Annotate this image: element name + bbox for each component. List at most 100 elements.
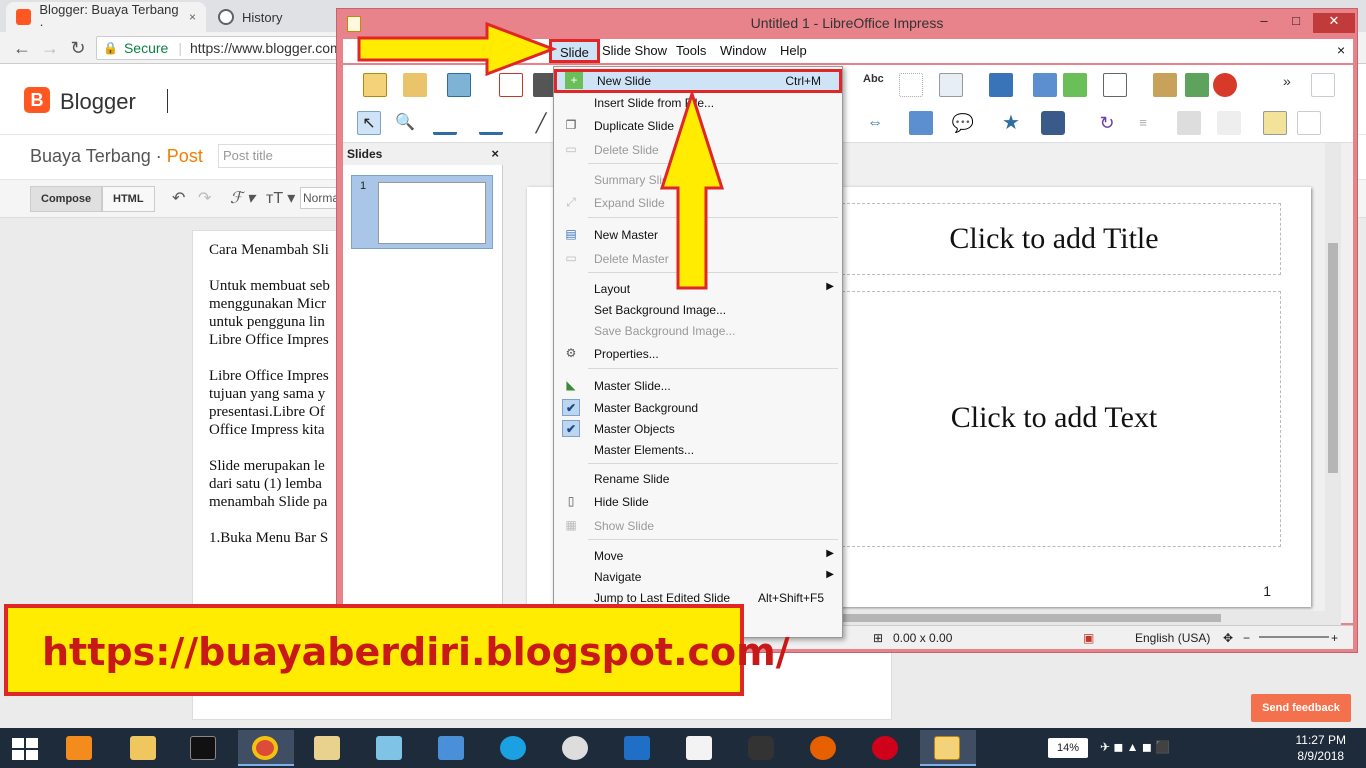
menu-tools[interactable]: Tools — [676, 43, 706, 58]
fill-color-icon[interactable] — [479, 111, 503, 135]
taskbar-keyboard[interactable] — [424, 730, 480, 766]
menu-slide-show[interactable]: Slide Show — [602, 43, 667, 58]
maximize-icon[interactable]: □ — [1281, 13, 1311, 33]
open-folder-icon[interactable] — [403, 73, 427, 97]
taskbar-garena[interactable] — [858, 730, 914, 766]
spellcheck-icon[interactable]: Abc — [863, 73, 887, 97]
menu-item-save-background-image[interactable]: Save Background Image... — [554, 320, 842, 341]
document-close-icon[interactable]: × — [1337, 42, 1345, 58]
post-title-input[interactable]: Post title — [218, 144, 348, 168]
menu-item-move[interactable]: Move ▶ — [554, 545, 842, 566]
menu-item-master-objects[interactable]: ✔ Master Objects — [554, 418, 842, 439]
save-icon[interactable] — [447, 73, 471, 97]
address-bar[interactable]: 🔒 Secure | https://www.blogger.com — [96, 36, 356, 60]
taskbar-python[interactable] — [672, 730, 728, 766]
font-size-icon[interactable]: тT ▾ — [266, 188, 295, 208]
menu-item-master-slide[interactable]: ◣ Master Slide... — [554, 375, 842, 396]
window-close-icon[interactable]: ✕ — [1313, 13, 1355, 33]
taskbar-paint[interactable] — [300, 730, 356, 766]
image-icon[interactable] — [1153, 73, 1177, 97]
tab-blogger[interactable]: Blogger: Buaya Terbang · × — [6, 2, 206, 32]
zoom-slider[interactable] — [1259, 636, 1329, 638]
display-views-icon[interactable] — [939, 73, 963, 97]
horizontal-scroll-thumb[interactable] — [801, 614, 1221, 622]
send-feedback-button[interactable]: Send feedback — [1251, 694, 1351, 722]
minimize-icon[interactable]: – — [1249, 13, 1279, 33]
zoom-out-icon[interactable]: − — [1243, 631, 1250, 645]
menu-item-master-elements[interactable]: Master Elements... — [554, 439, 842, 460]
select-pointer-icon[interactable]: ↖ — [357, 111, 381, 135]
slides-pane-close-icon[interactable]: × — [491, 143, 499, 165]
media-icon[interactable] — [1185, 73, 1209, 97]
double-arrow-icon[interactable]: ⇔ — [863, 111, 887, 135]
crop-icon[interactable] — [1297, 111, 1321, 135]
menu-item-new-slide[interactable]: + New Slide Ctrl+M — [554, 69, 842, 93]
slide-show-icon[interactable] — [1063, 73, 1087, 97]
sidebar-toggle-icon[interactable] — [1311, 73, 1335, 97]
clock[interactable]: 11:27 PM 8/9/2018 — [1296, 732, 1346, 764]
font-family-icon[interactable]: ℱ ▾ — [230, 188, 255, 208]
table-icon[interactable] — [1103, 73, 1127, 97]
line-icon[interactable]: ╱ — [529, 111, 553, 135]
undo-icon[interactable]: ↶ — [172, 188, 185, 208]
windows-start-icon[interactable] — [12, 738, 38, 760]
slide-thumbnail[interactable]: 1 — [351, 175, 493, 249]
align-icon[interactable]: ≡ — [1131, 111, 1155, 135]
view-layout-icon[interactable]: ✥ — [1223, 631, 1233, 645]
redo-icon[interactable]: ↷ — [198, 188, 211, 208]
title-placeholder[interactable]: Click to add Title — [827, 203, 1281, 275]
menu-item-show-slide[interactable]: ▦ Show Slide — [554, 515, 842, 536]
html-button[interactable]: HTML — [102, 186, 155, 212]
grid-icon[interactable] — [899, 73, 923, 97]
reload-icon[interactable]: ↻ — [68, 38, 88, 58]
taskbar-impress[interactable] — [920, 730, 976, 766]
distribute-icon[interactable] — [1217, 111, 1241, 135]
taskbar-compass[interactable] — [548, 730, 604, 766]
zoom-icon[interactable]: 🔍 — [393, 111, 417, 135]
tray-icons[interactable]: ✈ ◼ ▲ ◼ ⬛ — [1100, 740, 1170, 754]
menu-window[interactable]: Window — [720, 43, 766, 58]
menu-item-rename-slide[interactable]: Rename Slide — [554, 468, 842, 489]
taskbar-sublime[interactable] — [52, 730, 108, 766]
taskbar-ie[interactable] — [486, 730, 542, 766]
compose-button[interactable]: Compose — [30, 186, 103, 212]
tab-history[interactable]: History — [208, 2, 338, 32]
menu-item-master-background[interactable]: ✔ Master Background — [554, 397, 842, 418]
shadow-icon[interactable] — [1263, 111, 1287, 135]
taskbar-explorer[interactable] — [116, 730, 172, 766]
menu-item-navigate[interactable]: Navigate ▶ — [554, 566, 842, 587]
start-presentation-icon[interactable] — [1033, 73, 1057, 97]
3d-object-icon[interactable] — [1041, 111, 1065, 135]
tab-close-icon[interactable]: × — [189, 10, 196, 24]
callout-icon[interactable]: 💬 — [951, 111, 975, 135]
forward-arrow-icon[interactable]: → — [40, 38, 60, 58]
menu-item-set-background-image[interactable]: Set Background Image... — [554, 299, 842, 320]
vertical-scrollbar[interactable] — [1325, 143, 1341, 613]
taskbar-cmd[interactable] — [176, 730, 232, 766]
rotate-icon[interactable]: ↻ — [1095, 111, 1119, 135]
language-status[interactable]: English (USA) — [1135, 631, 1210, 645]
taskbar-notes[interactable] — [362, 730, 418, 766]
taskbar-firefox[interactable] — [796, 730, 852, 766]
menu-item-hide-slide[interactable]: ▯ Hide Slide — [554, 491, 842, 512]
text-placeholder[interactable]: Click to add Text — [827, 291, 1281, 547]
master-slide-toolbar-icon[interactable] — [989, 73, 1013, 97]
taskbar-chrome[interactable] — [238, 730, 294, 766]
zoom-in-icon[interactable]: + — [1331, 631, 1338, 645]
vertical-scroll-thumb[interactable] — [1328, 243, 1338, 473]
arrange-icon[interactable] — [1177, 111, 1201, 135]
new-document-icon[interactable] — [363, 73, 387, 97]
flowchart-icon[interactable] — [909, 111, 933, 135]
taskbar-nox[interactable] — [734, 730, 790, 766]
menu-item-properties[interactable]: ⚙ Properties... — [554, 343, 842, 364]
chart-icon[interactable] — [1213, 73, 1237, 97]
battery-indicator[interactable]: 14% — [1048, 738, 1088, 758]
blogger-brand[interactable]: Blogger — [60, 89, 136, 115]
toolbar-overflow-icon[interactable]: » — [1283, 73, 1307, 97]
line-color-icon[interactable] — [433, 111, 457, 135]
export-pdf-icon[interactable] — [499, 73, 523, 97]
blogger-logo-icon[interactable]: B — [24, 87, 50, 113]
back-arrow-icon[interactable]: ← — [12, 38, 32, 58]
menu-help[interactable]: Help — [780, 43, 807, 58]
taskbar-defender[interactable] — [610, 730, 666, 766]
